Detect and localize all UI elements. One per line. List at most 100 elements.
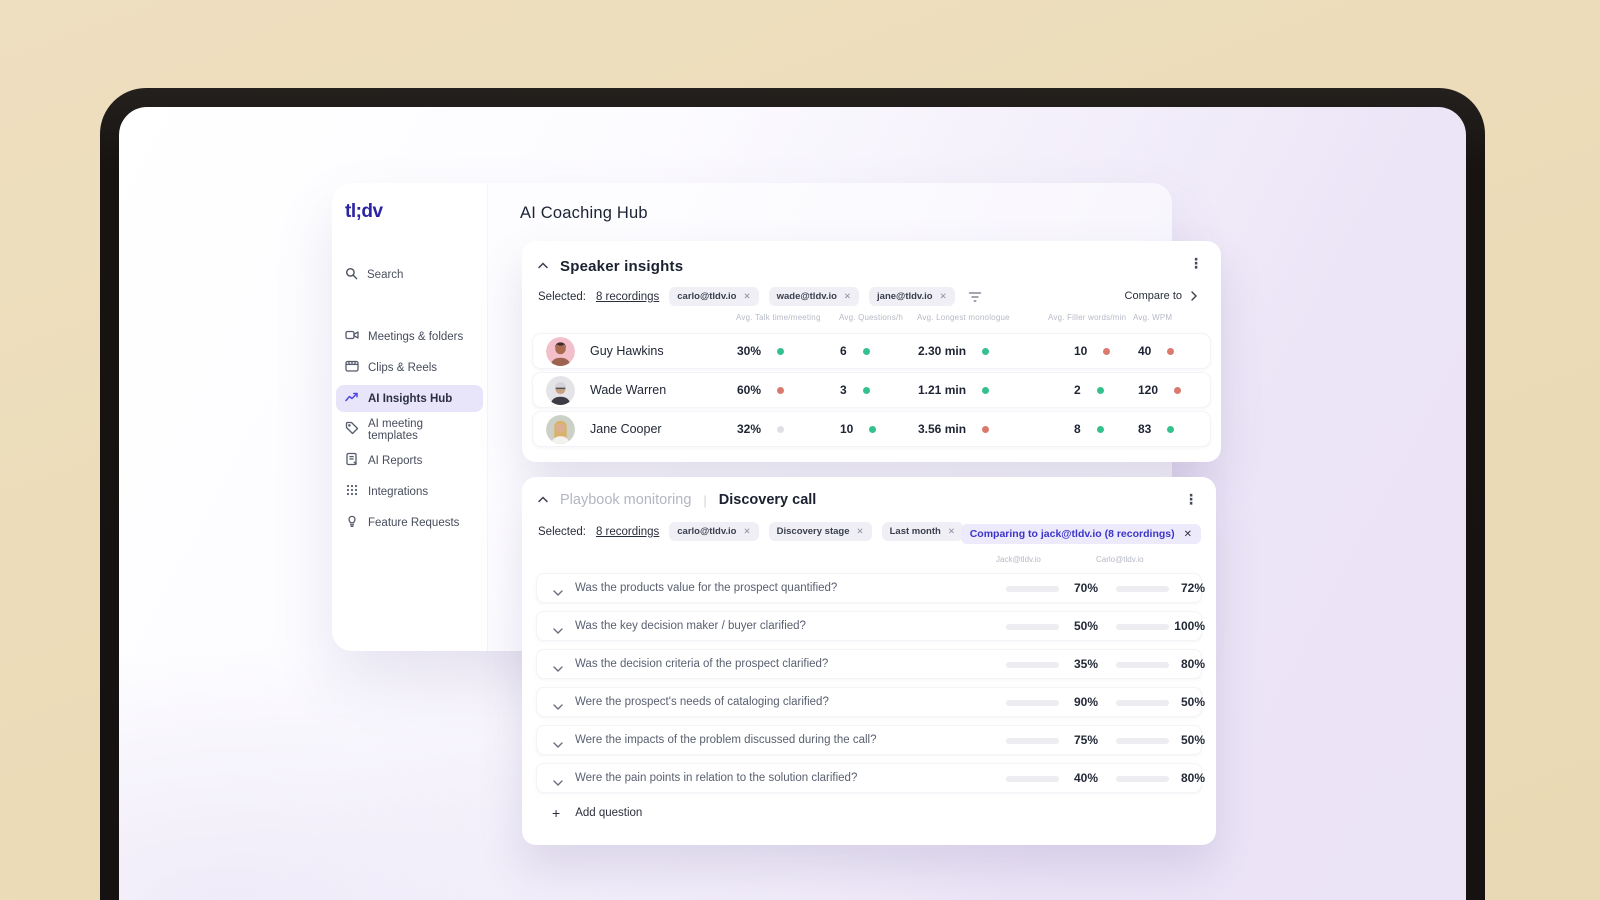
chip-label: Last month bbox=[889, 526, 941, 537]
question-row[interactable]: Were the pain points in relation to the … bbox=[536, 763, 1205, 793]
close-icon[interactable]: ✕ bbox=[940, 291, 947, 302]
percent-right: 50% bbox=[1180, 733, 1205, 747]
percent-right: 50% bbox=[1180, 695, 1205, 709]
question-row[interactable]: Were the prospect's needs of cataloging … bbox=[536, 687, 1205, 717]
comparing-to-chip[interactable]: Comparing to jack@tldv.io (8 recordings)… bbox=[960, 524, 1201, 544]
column-header: Avg. Filler words/min bbox=[1048, 313, 1127, 322]
progress-bar-right bbox=[1116, 586, 1169, 592]
card-title-muted: Playbook monitoring bbox=[560, 492, 692, 508]
close-icon[interactable]: ✕ bbox=[857, 526, 864, 537]
sidebar-item-meetings[interactable]: Meetings & folders bbox=[336, 323, 483, 350]
selected-recordings-link[interactable]: 8 recordings bbox=[596, 291, 659, 303]
sidebar-item-ai-insights-hub[interactable]: AI Insights Hub bbox=[336, 385, 483, 412]
percent-left: 35% bbox=[1073, 657, 1098, 671]
compare-to-button[interactable]: Compare to bbox=[1125, 290, 1197, 302]
filter-chip-carlo[interactable]: carlo@tldv.io ✕ bbox=[669, 287, 759, 306]
playbook-monitoring-card: Playbook monitoring | Discovery call ⋮ S… bbox=[522, 477, 1216, 845]
sidebar-item-feature-requests[interactable]: Feature Requests bbox=[336, 509, 483, 536]
question-row[interactable]: Was the products value for the prospect … bbox=[536, 573, 1205, 603]
search-icon bbox=[345, 267, 358, 283]
add-question-label: Add question bbox=[575, 807, 643, 819]
tag-icon bbox=[345, 421, 359, 438]
column-header-left: Jack@tldv.io bbox=[996, 555, 1041, 564]
filter-funnel-icon[interactable] bbox=[968, 291, 982, 303]
kebab-menu-icon[interactable]: ⋮ bbox=[1184, 491, 1198, 507]
filter-chip-jane[interactable]: jane@tldv.io ✕ bbox=[869, 287, 955, 306]
monologue-value: 3.56 min bbox=[918, 422, 967, 436]
filter-chip-carlo[interactable]: carlo@tldv.io ✕ bbox=[669, 522, 759, 541]
question-row[interactable]: Was the key decision maker / buyer clari… bbox=[536, 611, 1205, 641]
collapse-chevron-icon[interactable] bbox=[538, 257, 548, 275]
monologue-value: 1.21 min bbox=[918, 383, 967, 397]
selected-label: Selected: bbox=[538, 290, 586, 303]
chevron-down-icon[interactable] bbox=[553, 660, 563, 678]
selected-recordings-link[interactable]: 8 recordings bbox=[596, 526, 659, 538]
table-row-wade-warren[interactable]: Wade Warren 60% 3 1.21 min 2 120 bbox=[532, 372, 1211, 408]
sidebar-item-integrations[interactable]: Integrations bbox=[336, 478, 483, 505]
progress-bar-left bbox=[1006, 586, 1059, 592]
close-icon[interactable]: ✕ bbox=[844, 291, 851, 302]
search-button[interactable]: Search bbox=[345, 267, 403, 283]
progress-bar-right bbox=[1116, 700, 1169, 706]
sidebar-item-clips[interactable]: Clips & Reels bbox=[336, 354, 483, 381]
chip-label: carlo@tldv.io bbox=[677, 526, 737, 537]
question-row[interactable]: Was the decision criteria of the prospec… bbox=[536, 649, 1205, 679]
progress-bar-right bbox=[1116, 776, 1169, 782]
questions-value: 10 bbox=[840, 422, 854, 436]
close-icon[interactable]: ✕ bbox=[744, 526, 751, 537]
compare-to-label: Compare to bbox=[1124, 290, 1182, 302]
chevron-down-icon[interactable] bbox=[553, 622, 563, 640]
status-dot bbox=[777, 386, 785, 394]
speaker-name: Guy Hawkins bbox=[590, 344, 664, 358]
question-text: Was the products value for the prospect … bbox=[575, 582, 838, 594]
sidebar: tl;dv Search Meetings & folders Clips & … bbox=[332, 183, 488, 651]
sidebar-item-ai-meeting-templates[interactable]: AI meeting templates bbox=[336, 416, 483, 443]
filter-chip-discovery-stage[interactable]: Discovery stage ✕ bbox=[768, 522, 872, 541]
column-header: Avg. WPM bbox=[1133, 313, 1173, 322]
questions-value: 6 bbox=[840, 344, 847, 358]
sidebar-item-ai-reports[interactable]: AI Reports bbox=[336, 447, 483, 474]
column-header: Avg. Longest monologue bbox=[917, 313, 1010, 322]
close-icon[interactable]: ✕ bbox=[744, 291, 751, 302]
status-dot bbox=[777, 425, 785, 433]
close-icon[interactable]: ✕ bbox=[948, 526, 955, 537]
percent-right: 80% bbox=[1180, 771, 1205, 785]
filler-words-value: 2 bbox=[1074, 383, 1081, 397]
filter-chip-last-month[interactable]: Last month ✕ bbox=[881, 522, 963, 541]
table-row-jane-cooper[interactable]: Jane Cooper 32% 10 3.56 min 8 83 bbox=[532, 411, 1211, 447]
question-text: Was the key decision maker / buyer clari… bbox=[575, 620, 806, 632]
percent-left: 70% bbox=[1073, 581, 1098, 595]
column-header: Avg. Questions/h bbox=[839, 313, 903, 322]
avatar bbox=[546, 415, 575, 444]
kebab-menu-icon[interactable]: ⋮ bbox=[1189, 255, 1203, 271]
collapse-chevron-icon[interactable] bbox=[538, 491, 548, 509]
chevron-down-icon[interactable] bbox=[553, 774, 563, 792]
question-row[interactable]: Were the impacts of the problem discusse… bbox=[536, 725, 1205, 755]
comparing-to-label: Comparing to jack@tldv.io (8 recordings) bbox=[969, 528, 1175, 540]
add-question-button[interactable]: + Add question bbox=[552, 805, 642, 821]
chevron-down-icon[interactable] bbox=[553, 698, 563, 716]
question-text: Was the decision criteria of the prospec… bbox=[575, 658, 829, 670]
question-text: Were the prospect's needs of cataloging … bbox=[575, 696, 829, 708]
speaker-name: Wade Warren bbox=[590, 383, 667, 397]
status-dot bbox=[869, 425, 877, 433]
question-text: Were the pain points in relation to the … bbox=[575, 772, 858, 784]
table-row-guy-hawkins[interactable]: Guy Hawkins 30% 6 2.30 min 10 40 bbox=[532, 333, 1211, 369]
filler-words-value: 10 bbox=[1074, 344, 1088, 358]
chip-label: jane@tldv.io bbox=[877, 291, 933, 302]
progress-bar-right bbox=[1116, 662, 1169, 668]
chip-label: carlo@tldv.io bbox=[677, 291, 737, 302]
percent-left: 75% bbox=[1073, 733, 1098, 747]
filter-chip-wade[interactable]: wade@tldv.io ✕ bbox=[768, 287, 860, 306]
trend-line-icon bbox=[345, 390, 359, 407]
close-icon[interactable]: ✕ bbox=[1184, 529, 1192, 540]
progress-bar-right bbox=[1116, 624, 1169, 630]
wpm-value: 83 bbox=[1138, 422, 1152, 436]
percent-right: 100% bbox=[1174, 619, 1205, 633]
percent-left: 50% bbox=[1073, 619, 1098, 633]
progress-bar-left bbox=[1006, 776, 1059, 782]
progress-bar-right bbox=[1116, 738, 1169, 744]
chevron-down-icon[interactable] bbox=[553, 736, 563, 754]
chevron-down-icon[interactable] bbox=[553, 584, 563, 602]
wpm-value: 120 bbox=[1138, 383, 1159, 397]
